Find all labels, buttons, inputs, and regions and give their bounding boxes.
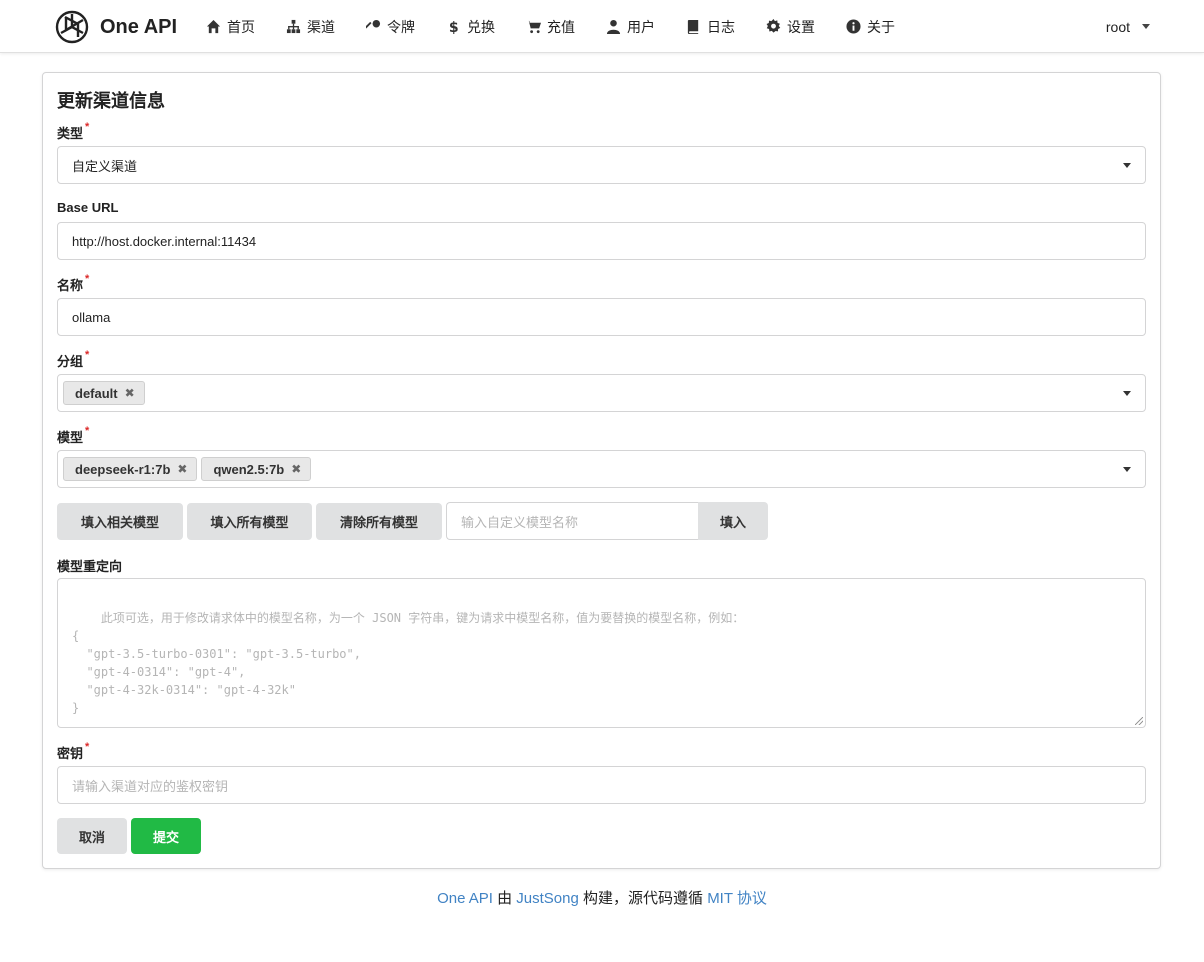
- model-chip: deepseek-r1:7b ✖: [63, 457, 198, 481]
- svg-text:$: $: [449, 20, 459, 34]
- cancel-button[interactable]: 取消: [57, 818, 127, 854]
- username: root: [1105, 18, 1130, 35]
- required-asterisk: *: [85, 121, 90, 133]
- user-dropdown[interactable]: root: [1106, 0, 1150, 53]
- model-chip: qwen2.5:7b ✖: [201, 457, 312, 481]
- footer-text: 构建，源代码遵循: [578, 890, 708, 907]
- model-mapping-label: 模型重定向: [57, 559, 123, 574]
- nav-label: 关于: [867, 18, 895, 35]
- nav-item-topup[interactable]: 充值: [526, 17, 575, 37]
- base-url-input[interactable]: http://host.docker.internal:11434: [57, 222, 1146, 260]
- remove-chip-icon[interactable]: ✖: [177, 462, 187, 476]
- custom-model-input[interactable]: 输入自定义模型名称: [446, 502, 699, 540]
- openai-logo-icon: [55, 10, 89, 44]
- nav-label: 令牌: [387, 18, 415, 35]
- top-navbar: One API 首页 渠道 令牌 $ 兑换 充值 用户 日志 设置 关于 roo…: [0, 0, 1204, 53]
- fill-custom-model-button[interactable]: 填入: [698, 502, 768, 540]
- nav-label: 渠道: [307, 18, 335, 35]
- key-placeholder: 请输入渠道对应的鉴权密钥: [72, 778, 229, 794]
- nav-label: 设置: [787, 18, 815, 35]
- fill-related-models-button[interactable]: 填入相关模型: [57, 503, 183, 540]
- nav-label: 用户: [627, 18, 655, 35]
- group-chip: default ✖: [63, 381, 145, 405]
- name-value: ollama: [72, 309, 111, 325]
- book-icon: [687, 19, 699, 34]
- base-url-value: http://host.docker.internal:11434: [72, 233, 257, 249]
- nav-item-tokens[interactable]: 令牌: [366, 17, 415, 37]
- key-icon: [366, 19, 381, 29]
- models-label: 模型 *: [57, 425, 90, 445]
- footer: One API 由 JustSong 构建，源代码遵循 MIT 协议: [0, 887, 1204, 908]
- remove-chip-icon[interactable]: ✖: [125, 386, 135, 400]
- nav-item-users[interactable]: 用户: [606, 17, 655, 37]
- dropdown-caret-icon: [1123, 467, 1131, 472]
- name-label: 名称 *: [57, 273, 90, 293]
- footer-license-link[interactable]: MIT 协议: [707, 890, 767, 907]
- nav-item-channels[interactable]: 渠道: [286, 17, 335, 37]
- name-input[interactable]: ollama: [57, 298, 1146, 336]
- nav-label: 兑换: [467, 18, 495, 35]
- nav-label: 日志: [707, 18, 735, 35]
- custom-model-placeholder: 输入自定义模型名称: [461, 514, 579, 530]
- caret-down-icon: [1142, 24, 1150, 29]
- nav-item-redeem[interactable]: $ 兑换: [446, 17, 495, 37]
- required-asterisk: *: [85, 349, 90, 361]
- type-select[interactable]: 自定义渠道: [57, 146, 1146, 184]
- dropdown-caret-icon: [1123, 163, 1131, 168]
- nav-item-logs[interactable]: 日志: [686, 17, 735, 37]
- sitemap-icon: [286, 19, 301, 34]
- user-icon: [606, 19, 621, 34]
- edit-channel-card: 更新渠道信息 类型 * 自定义渠道 Base URL http://host.do…: [42, 72, 1161, 869]
- model-mapping-textarea[interactable]: 此项可选，用于修改请求体中的模型名称，为一个 JSON 字符串，键为请求中模型名…: [57, 578, 1146, 728]
- key-input[interactable]: 请输入渠道对应的鉴权密钥: [57, 766, 1146, 804]
- footer-text: 由: [492, 890, 517, 907]
- models-select[interactable]: deepseek-r1:7b ✖ qwen2.5:7b ✖: [57, 450, 1146, 488]
- dropdown-caret-icon: [1123, 391, 1131, 396]
- gear-icon: [766, 19, 781, 33]
- resize-handle-icon[interactable]: [1135, 717, 1143, 725]
- main-nav: 首页 渠道 令牌 $ 兑换 充值 用户 日志 设置 关于: [206, 0, 926, 53]
- base-url-label: Base URL: [57, 200, 119, 215]
- cart-icon: [526, 20, 541, 34]
- group-label: 分组 *: [57, 349, 90, 369]
- nav-item-settings[interactable]: 设置: [766, 17, 815, 37]
- model-mapping-placeholder: 此项可选，用于修改请求体中的模型名称，为一个 JSON 字符串，键为请求中模型名…: [72, 611, 745, 715]
- type-value: 自定义渠道: [72, 158, 138, 174]
- type-label: 类型 *: [57, 121, 90, 141]
- footer-project-link[interactable]: One API: [437, 890, 493, 907]
- home-icon: [206, 19, 221, 34]
- page-title: 更新渠道信息: [57, 91, 165, 111]
- required-asterisk: *: [85, 425, 90, 437]
- remove-chip-icon[interactable]: ✖: [291, 462, 301, 476]
- required-asterisk: *: [85, 273, 90, 285]
- group-select[interactable]: default ✖: [57, 374, 1146, 412]
- brand[interactable]: One API: [54, 9, 177, 45]
- key-label: 密钥 *: [57, 741, 90, 761]
- brand-name: One API: [100, 15, 178, 38]
- submit-button[interactable]: 提交: [131, 818, 201, 854]
- nav-item-about[interactable]: 关于: [846, 17, 895, 37]
- footer-author-link[interactable]: JustSong: [516, 890, 579, 907]
- nav-item-home[interactable]: 首页: [206, 17, 255, 37]
- dollar-icon: $: [449, 20, 459, 34]
- clear-all-models-button[interactable]: 清除所有模型: [316, 503, 442, 540]
- nav-label: 首页: [227, 18, 255, 35]
- nav-label: 充值: [547, 18, 575, 35]
- fill-all-models-button[interactable]: 填入所有模型: [187, 503, 312, 540]
- info-icon: [846, 19, 861, 34]
- required-asterisk: *: [85, 741, 90, 753]
